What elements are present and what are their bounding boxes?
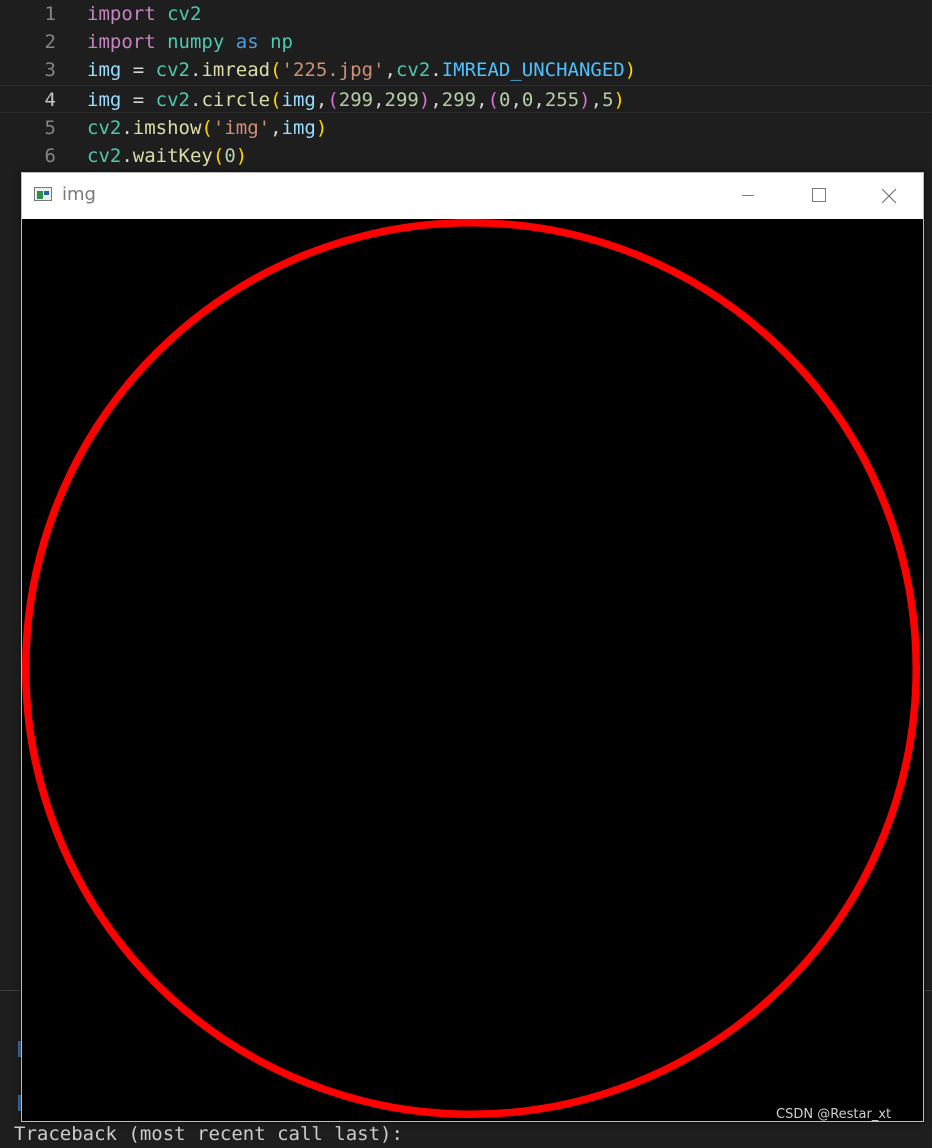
window-titlebar[interactable]: img	[22, 173, 923, 218]
code-line[interactable]: 6 cv2.waitKey(0)	[0, 142, 932, 170]
code-text: cv2.waitKey(0)	[87, 142, 247, 170]
line-number: 4	[44, 89, 56, 111]
code-token: (	[270, 89, 282, 111]
line-number: 2	[44, 31, 56, 53]
code-token: ,	[476, 89, 488, 111]
code-token: img	[281, 89, 316, 111]
code-token: 299	[384, 89, 419, 111]
code-token: img	[87, 89, 122, 111]
code-token: 5	[602, 89, 614, 111]
code-token: '225.jpg'	[281, 59, 385, 81]
image-window[interactable]: img	[21, 172, 924, 1122]
code-token: numpy	[167, 31, 225, 53]
line-number: 6	[44, 145, 56, 167]
code-token: ,	[430, 89, 442, 111]
app-window-icon	[34, 187, 52, 201]
code-token: as	[235, 31, 259, 53]
code-token: (	[212, 145, 225, 167]
code-token: 0	[521, 89, 534, 111]
code-token: waitKey	[132, 145, 213, 167]
code-token: )	[624, 59, 637, 81]
code-token: (	[327, 89, 339, 111]
code-line[interactable]: 5 cv2.imshow('img',img)	[0, 114, 932, 142]
code-token: import	[87, 3, 156, 25]
code-token: )	[315, 117, 328, 139]
code-token: 299	[338, 89, 374, 111]
code-token: np	[270, 31, 293, 53]
code-token: cv2	[395, 59, 431, 81]
minimize-icon	[742, 195, 754, 196]
image-canvas	[22, 219, 923, 1121]
code-text: img = cv2.imread('225.jpg',cv2.IMREAD_UN…	[87, 56, 636, 84]
code-token: 0	[224, 145, 236, 167]
code-token: cv2	[167, 3, 202, 25]
code-token: img	[281, 117, 316, 139]
code-token: 0	[499, 89, 511, 111]
code-token: 'img'	[212, 117, 271, 139]
code-token: )	[418, 89, 431, 111]
code-token: )	[235, 145, 248, 167]
code-token: .	[189, 89, 202, 111]
close-icon	[881, 188, 897, 204]
code-token: )	[613, 89, 625, 111]
code-token: ,	[373, 89, 385, 111]
line-number: 5	[44, 117, 56, 139]
code-token: ,	[510, 89, 522, 111]
code-token: .	[121, 117, 133, 139]
code-token: (	[270, 59, 282, 81]
code-token: =	[121, 59, 156, 81]
code-line[interactable]: 2 import numpy as np	[0, 28, 932, 56]
code-token: ,	[384, 59, 396, 81]
code-token: ,	[270, 117, 282, 139]
code-token: ,	[533, 89, 545, 111]
code-line[interactable]: 4 img = cv2.circle(img,(299,299),299,(0,0…	[0, 85, 932, 113]
code-token: .	[121, 145, 133, 167]
image-display	[22, 219, 923, 1121]
terminal-output: Traceback (most recent call last):	[14, 1123, 403, 1145]
code-token: IMREAD_UNCHANGED	[441, 59, 625, 81]
code-text: cv2.imshow('img',img)	[87, 114, 327, 142]
code-token: .	[430, 59, 442, 81]
close-button[interactable]	[853, 173, 923, 218]
code-token: ,	[315, 89, 328, 111]
code-token: .	[189, 59, 202, 81]
code-token: cv2	[87, 145, 122, 167]
code-text: import numpy as np	[87, 28, 293, 56]
minimize-button[interactable]	[713, 173, 783, 218]
code-token: img	[87, 59, 122, 81]
code-token: import	[87, 31, 156, 53]
code-token: imshow	[132, 117, 202, 139]
code-text: img = cv2.circle(img,(299,299),299,(0,0,…	[87, 86, 625, 114]
watermark-text: CSDN @Restar_xt	[776, 1107, 892, 1122]
code-token: ,	[590, 89, 603, 111]
line-number: 3	[44, 59, 56, 81]
code-token: (	[201, 117, 213, 139]
code-token: circle	[201, 89, 271, 111]
maximize-button[interactable]	[783, 173, 853, 218]
code-token: cv2	[87, 117, 122, 139]
code-token: 255	[544, 89, 580, 111]
code-token: (	[487, 89, 500, 111]
code-token: cv2	[155, 89, 190, 111]
code-line[interactable]: 1 import cv2	[0, 0, 932, 28]
line-number: 1	[44, 3, 56, 25]
window-title: img	[62, 184, 96, 205]
code-line[interactable]: 3 img = cv2.imread('225.jpg',cv2.IMREAD_U…	[0, 56, 932, 84]
code-token: 299	[441, 89, 477, 111]
maximize-icon	[812, 188, 826, 202]
code-token: cv2	[155, 59, 190, 81]
code-token: =	[121, 89, 156, 111]
code-token: )	[579, 89, 591, 111]
code-text: import cv2	[87, 0, 201, 28]
code-token: imread	[201, 59, 271, 81]
